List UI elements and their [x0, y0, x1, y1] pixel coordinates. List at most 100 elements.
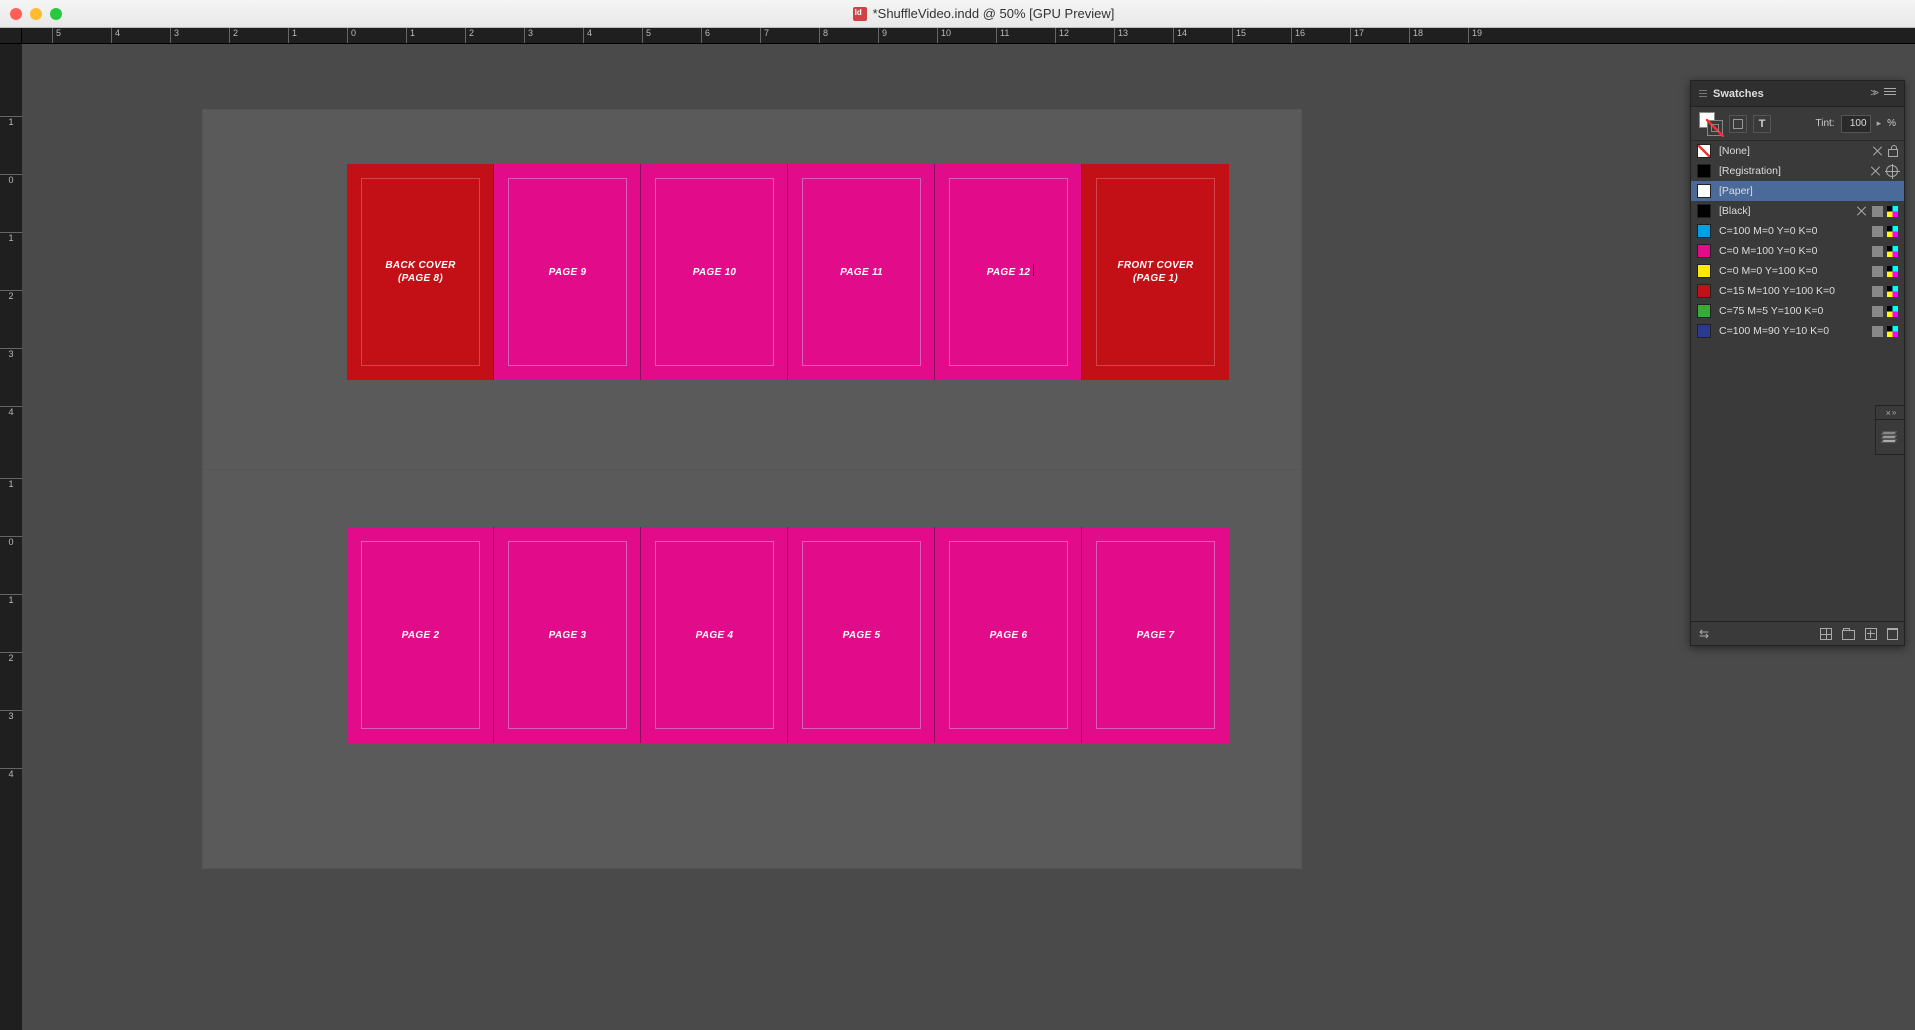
new-swatch-button[interactable] — [1865, 628, 1877, 640]
swatch-row[interactable]: [Black] — [1691, 201, 1904, 221]
swatch-row[interactable]: C=0 M=100 Y=0 K=0 — [1691, 241, 1904, 261]
tint-input[interactable] — [1841, 115, 1871, 133]
swatch-name: C=100 M=0 Y=0 K=0 — [1719, 225, 1864, 237]
document-canvas[interactable]: BACK COVER(PAGE 8)PAGE 9PAGE 10PAGE 11PA… — [22, 44, 1915, 1030]
swatch-name: C=0 M=0 Y=100 K=0 — [1719, 265, 1864, 277]
swatch-row[interactable]: [Registration] — [1691, 161, 1904, 181]
sq-icon — [1872, 286, 1883, 297]
page-label: PAGE 3 — [549, 629, 587, 642]
swatch-options-button[interactable] — [1820, 628, 1832, 640]
swatch-view-button[interactable]: ⇆ — [1697, 627, 1711, 641]
layers-icon — [1882, 429, 1898, 445]
side-dock[interactable]: × » — [1875, 405, 1905, 455]
ruler-tick: 18 — [1409, 28, 1423, 43]
dock-expand-icon[interactable]: » — [1892, 408, 1894, 417]
maximize-button[interactable] — [50, 8, 62, 20]
swatch-row[interactable]: C=100 M=90 Y=10 K=0 — [1691, 321, 1904, 341]
text-formatting-button[interactable]: T — [1753, 115, 1771, 133]
text-cursor — [1033, 264, 1034, 276]
ruler-tick: 3 — [524, 28, 533, 43]
ruler-tick: 19 — [1468, 28, 1482, 43]
ruler-tick: 16 — [1291, 28, 1305, 43]
cmyk-icon — [1887, 326, 1898, 337]
collapse-panel-icon[interactable]: >> — [1870, 88, 1876, 99]
swatch-row[interactable]: C=0 M=0 Y=100 K=0 — [1691, 261, 1904, 281]
cmyk-icon — [1887, 246, 1898, 257]
page[interactable]: PAGE 12 — [935, 164, 1082, 380]
page[interactable]: PAGE 7 — [1082, 527, 1229, 743]
ruler-tick: 2 — [0, 652, 22, 663]
page[interactable]: PAGE 9 — [494, 164, 641, 380]
swatch-row[interactable]: [None] — [1691, 141, 1904, 161]
swatch-chip-icon — [1697, 184, 1711, 198]
page[interactable]: PAGE 3 — [494, 527, 641, 743]
ruler-tick: 4 — [111, 28, 120, 43]
page[interactable]: BACK COVER(PAGE 8) — [347, 164, 494, 380]
new-color-group-button[interactable] — [1842, 630, 1855, 640]
swatch-row[interactable]: C=100 M=0 Y=0 K=0 — [1691, 221, 1904, 241]
minimize-button[interactable] — [30, 8, 42, 20]
fill-stroke-proxy[interactable] — [1699, 112, 1723, 136]
cmyk-icon — [1887, 226, 1898, 237]
page[interactable]: PAGE 6 — [935, 527, 1082, 743]
swatch-status-icons — [1872, 326, 1898, 337]
swatch-row[interactable]: C=15 M=100 Y=100 K=0 — [1691, 281, 1904, 301]
swatches-panel[interactable]: Swatches >> T Tint: ▸ % [None][Registrat… — [1690, 80, 1905, 646]
ruler-tick: 15 — [1232, 28, 1246, 43]
x-icon — [1872, 145, 1884, 157]
page[interactable]: PAGE 4 — [641, 527, 788, 743]
page[interactable]: PAGE 11 — [788, 164, 935, 380]
horizontal-ruler[interactable]: 54321012345678910111213141516171819 — [22, 28, 1915, 44]
sq-icon — [1872, 206, 1883, 217]
page[interactable]: FRONT COVER(PAGE 1) — [1082, 164, 1229, 380]
container-formatting-button[interactable] — [1729, 115, 1747, 133]
swatch-chip-icon — [1697, 164, 1711, 178]
page-label: PAGE 5 — [843, 629, 881, 642]
ruler-tick: 2 — [229, 28, 238, 43]
page[interactable]: PAGE 5 — [788, 527, 935, 743]
page-label: PAGE 6 — [990, 629, 1028, 642]
ruler-tick: 4 — [0, 406, 22, 417]
ruler-corner[interactable] — [0, 28, 22, 44]
page-label: PAGE 10 — [693, 266, 737, 279]
cmyk-icon — [1887, 286, 1898, 297]
tint-unit: % — [1887, 118, 1896, 129]
swatch-name: C=15 M=100 Y=100 K=0 — [1719, 285, 1864, 297]
ruler-tick: 1 — [288, 28, 297, 43]
swatch-status-icons — [1872, 266, 1898, 277]
vertical-ruler[interactable]: 101234101234 — [0, 44, 22, 1030]
reg-icon — [1886, 165, 1898, 177]
dock-close-icon[interactable]: × — [1886, 408, 1889, 418]
spread-1[interactable]: BACK COVER(PAGE 8) PAGE 9 PAGE 10 PAGE 11PA… — [347, 164, 1229, 380]
cmyk-icon — [1887, 306, 1898, 317]
swatch-row[interactable]: [Paper] — [1691, 181, 1904, 201]
swatch-name: C=0 M=100 Y=0 K=0 — [1719, 245, 1864, 257]
sq-icon — [1872, 246, 1883, 257]
ruler-tick: 13 — [1114, 28, 1128, 43]
ruler-tick: 4 — [583, 28, 592, 43]
ruler-tick: 1 — [0, 594, 22, 605]
spread-2[interactable]: PAGE 2 PAGE 3 PAGE 4 PAGE 5 PAGE 6 PAGE 7 — [347, 527, 1229, 743]
ruler-tick: 0 — [0, 174, 22, 185]
swatches-panel-tab[interactable]: Swatches >> — [1691, 81, 1904, 107]
swatch-chip-icon — [1697, 264, 1711, 278]
swatch-name: [Registration] — [1719, 165, 1862, 177]
close-button[interactable] — [10, 8, 22, 20]
tint-stepper-icon[interactable]: ▸ — [1877, 118, 1882, 129]
page[interactable]: PAGE 10 — [641, 164, 788, 380]
swatch-row[interactable]: C=75 M=5 Y=100 K=0 — [1691, 301, 1904, 321]
page-label: BACK COVER(PAGE 8) — [385, 259, 455, 285]
panel-grip-icon[interactable] — [1699, 90, 1707, 97]
delete-swatch-button[interactable] — [1887, 628, 1898, 640]
ruler-tick: 2 — [465, 28, 474, 43]
swatch-chip-icon — [1697, 284, 1711, 298]
page[interactable]: PAGE 2 — [347, 527, 494, 743]
panel-menu-icon[interactable] — [1884, 88, 1896, 99]
layers-panel-button[interactable] — [1882, 420, 1898, 454]
document-title-text: *ShuffleVideo.indd @ 50% [GPU Preview] — [873, 6, 1115, 21]
ruler-tick: 7 — [760, 28, 769, 43]
swatch-list[interactable]: [None] [Registration] [Paper][Black] C=100 … — [1691, 141, 1904, 341]
window-controls — [10, 8, 62, 20]
ruler-tick: 2 — [0, 290, 22, 301]
stroke-proxy[interactable] — [1707, 120, 1723, 136]
